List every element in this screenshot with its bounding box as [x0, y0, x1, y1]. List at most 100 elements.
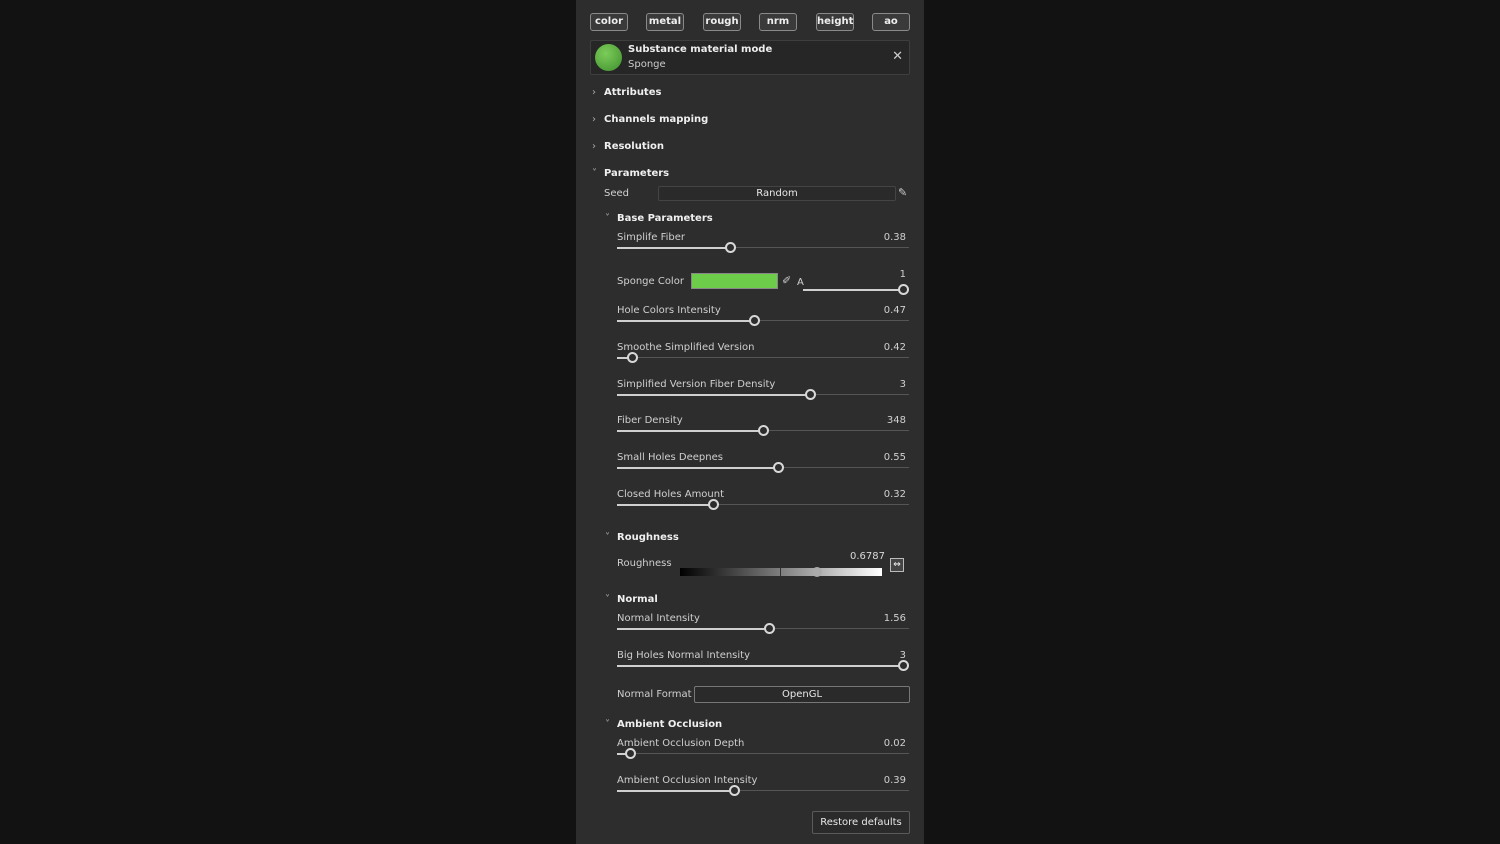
swap-icon[interactable]: ⇔ [890, 558, 904, 572]
section-channels-mapping[interactable]: › Channels mapping [592, 114, 708, 125]
slider-label: Normal Intensity [617, 613, 700, 624]
slider-fill [803, 288, 903, 291]
slider-label: Big Holes Normal Intensity [617, 650, 751, 661]
parameter-slider[interactable] [617, 499, 909, 510]
sponge-color-label: Sponge Color [617, 276, 684, 287]
midpoint-marker [780, 568, 781, 576]
material-panel: color metal rough nrm height ao Substanc… [576, 0, 924, 844]
slider-thumb[interactable] [725, 242, 736, 253]
slider-label: Simplife Fiber [617, 232, 686, 243]
seed-random-button[interactable]: Random [658, 186, 896, 201]
section-label: Normal [617, 594, 658, 605]
chevron-right-icon: › [592, 114, 596, 125]
alpha-label: A [797, 277, 804, 288]
slider-thumb[interactable] [625, 748, 637, 759]
parameter-slider[interactable] [617, 315, 909, 326]
normal-format-label: Normal Format [617, 689, 692, 700]
channel-rough-button[interactable]: rough [703, 13, 741, 31]
chevron-right-icon: › [592, 87, 596, 98]
parameter-slider[interactable] [617, 785, 909, 796]
slider-thumb[interactable] [708, 499, 720, 510]
slider-fill [617, 466, 778, 469]
chevron-down-icon: ˅ [605, 719, 610, 730]
slider-label: Ambient Occlusion Depth [617, 738, 745, 749]
restore-defaults-button[interactable]: Restore defaults [812, 811, 910, 834]
parameter-slider[interactable] [617, 462, 909, 473]
slider-fill [617, 627, 769, 630]
close-icon[interactable]: ✕ [892, 49, 903, 64]
slider-value: 3 [899, 379, 906, 390]
seed-label: Seed [604, 188, 629, 199]
section-base-parameters[interactable]: ˅ Base Parameters [605, 213, 713, 224]
section-label: Attributes [604, 87, 662, 98]
parameter-slider[interactable] [617, 748, 909, 759]
alpha-value: 1 [899, 269, 906, 280]
section-attributes[interactable]: › Attributes [592, 87, 661, 98]
slider-value: 0.42 [883, 342, 906, 353]
channel-nrm-button[interactable]: nrm [759, 13, 797, 31]
channel-color-button[interactable]: color [590, 13, 628, 31]
chevron-down-icon: ˅ [605, 594, 610, 605]
slider-value: 348 [886, 415, 906, 426]
slider-thumb[interactable] [749, 315, 761, 326]
roughness-value: 0.6787 [850, 551, 885, 562]
slider-fill [617, 503, 714, 506]
slider-fill [617, 319, 755, 322]
material-preview-sphere [595, 44, 622, 71]
slider-fill [617, 664, 904, 667]
roughness-label: Roughness [617, 558, 672, 569]
parameter-slider[interactable] [617, 623, 909, 634]
section-resolution[interactable]: › Resolution [592, 141, 664, 152]
slider-thumb[interactable] [898, 284, 909, 295]
chevron-down-icon: ˅ [605, 532, 610, 543]
slider-label: Smoothe Simplified Version [617, 342, 755, 353]
slider-label: Simplified Version Fiber Density [617, 379, 776, 390]
slider-value: 0.47 [883, 305, 906, 316]
parameter-slider[interactable] [617, 389, 909, 400]
slider-thumb[interactable] [728, 785, 740, 796]
slider-value: 1.56 [883, 613, 906, 624]
parameter-slider[interactable] [617, 660, 910, 671]
section-label: Base Parameters [617, 213, 713, 224]
section-label: Parameters [604, 168, 670, 179]
channel-height-button[interactable]: height [816, 13, 854, 31]
section-label: Resolution [604, 141, 665, 152]
slider-value: 0.39 [883, 775, 906, 786]
channel-ao-button[interactable]: ao [872, 13, 910, 31]
chevron-right-icon: › [592, 141, 596, 152]
material-name: Sponge [628, 59, 666, 70]
sponge-color-swatch[interactable] [691, 273, 778, 289]
roughness-gradient-slider[interactable] [680, 567, 882, 577]
section-roughness[interactable]: ˅ Roughness [605, 532, 679, 543]
pencil-icon[interactable]: ✎ [898, 186, 907, 199]
parameter-slider[interactable] [617, 352, 909, 363]
section-parameters[interactable]: ˅ Parameters [592, 168, 669, 179]
slider-fill [617, 393, 810, 396]
section-normal[interactable]: ˅ Normal [605, 594, 658, 605]
slider-value: 0.38 [883, 232, 906, 243]
slider-thumb[interactable] [626, 352, 638, 363]
eyedropper-icon[interactable]: ✐ [782, 274, 791, 287]
slider-value: 0.32 [883, 489, 906, 500]
section-ambient-occlusion[interactable]: ˅ Ambient Occlusion [605, 719, 722, 730]
chevron-down-icon: ˅ [592, 168, 597, 179]
slider-thumb[interactable] [898, 660, 910, 671]
slider-thumb[interactable] [804, 389, 816, 400]
alpha-slider[interactable] [803, 284, 909, 295]
section-label: Channels mapping [604, 114, 709, 125]
parameter-slider[interactable] [617, 425, 909, 436]
section-label: Ambient Occlusion [617, 719, 723, 730]
slider-label: Hole Colors Intensity [617, 305, 721, 316]
slider-value: 0.02 [883, 738, 906, 749]
slider-thumb[interactable] [812, 567, 823, 577]
slider-thumb[interactable] [763, 623, 775, 634]
slider-thumb[interactable] [758, 425, 769, 436]
chevron-down-icon: ˅ [605, 213, 610, 224]
slider-fill [617, 789, 734, 792]
slider-thumb[interactable] [772, 462, 784, 473]
channel-metal-button[interactable]: metal [646, 13, 684, 31]
parameter-slider[interactable] [617, 242, 909, 253]
material-mode-title: Substance material mode [628, 44, 773, 55]
slider-fill [617, 429, 763, 432]
normal-format-dropdown[interactable]: OpenGL [694, 686, 910, 703]
